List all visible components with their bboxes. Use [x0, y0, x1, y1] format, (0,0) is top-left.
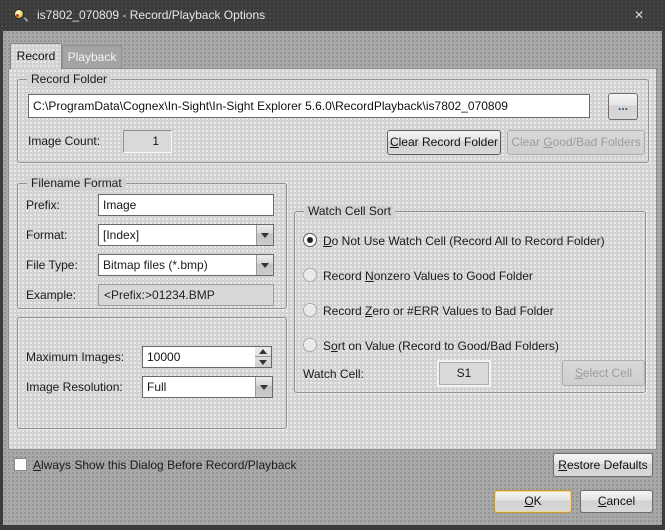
filename-format-group: Filename Format Prefix: Format: [Index] …: [17, 183, 287, 309]
file-type-dropdown-button[interactable]: [256, 255, 273, 275]
record-folder-group: Record Folder ... Image Count: 1 Clear R…: [17, 79, 649, 163]
format-dropdown-button[interactable]: [256, 225, 273, 245]
watch-cell-sort-group-label: Watch Cell Sort: [304, 204, 395, 219]
watch-cell-value: S1: [439, 362, 489, 385]
radio-dot-icon: [307, 237, 313, 243]
record-tab-page: Record Folder ... Image Count: 1 Clear R…: [8, 68, 657, 450]
chevron-down-icon: [259, 360, 267, 365]
title-bar[interactable]: is7802_070809 - Record/Playback Options …: [0, 0, 665, 31]
prefix-input[interactable]: [98, 194, 274, 216]
image-resolution-label: Image Resolution:: [26, 376, 123, 398]
clear-goodbad-folders-button[interactable]: Clear Good/Bad Folders: [507, 130, 645, 155]
restore-defaults-button[interactable]: Restore Defaults: [553, 453, 653, 477]
image-resolution-dropdown-button[interactable]: [255, 377, 272, 397]
radio-record-nonzero-good[interactable]: [303, 268, 317, 282]
file-type-value: Bitmap files (*.bmp): [103, 255, 253, 275]
maximum-images-input[interactable]: [142, 346, 256, 368]
clear-record-folder-button[interactable]: Clear Record Folder: [387, 130, 501, 155]
radio-sort-on-value-label[interactable]: Sort on Value (Record to Good/Bad Folder…: [323, 335, 559, 357]
record-folder-group-label: Record Folder: [27, 72, 111, 87]
cancel-button[interactable]: Cancel: [580, 490, 653, 513]
app-icon: [13, 8, 29, 24]
radio-sort-on-value[interactable]: [303, 338, 317, 352]
radio-record-zero-bad[interactable]: [303, 303, 317, 317]
ok-button[interactable]: OK: [494, 490, 572, 513]
close-button[interactable]: ✕: [623, 5, 655, 26]
select-cell-button[interactable]: Select Cell: [562, 360, 645, 386]
magnifier-handle-icon: [23, 16, 29, 22]
example-value: <Prefix:>01234.BMP: [98, 284, 274, 306]
format-select[interactable]: [Index]: [98, 224, 274, 246]
radio-record-nonzero-good-label[interactable]: Record Nonzero Values to Good Folder: [323, 265, 533, 287]
format-value: [Index]: [103, 225, 253, 245]
format-label: Format:: [26, 224, 67, 246]
radio-do-not-use-watch-cell-label[interactable]: Do Not Use Watch Cell (Record All to Rec…: [323, 230, 605, 252]
spinner-up-button[interactable]: [255, 347, 271, 357]
tab-record[interactable]: Record: [10, 43, 62, 69]
tab-playback-label: Playback: [68, 50, 117, 64]
file-type-select[interactable]: Bitmap files (*.bmp): [98, 254, 274, 276]
tab-record-label: Record: [17, 49, 56, 63]
file-type-label: File Type:: [26, 254, 78, 276]
chevron-down-icon: [260, 385, 268, 390]
ellipsis-icon: ...: [618, 99, 628, 113]
window-title: is7802_070809 - Record/Playback Options: [37, 0, 265, 31]
watch-cell-sort-group: Watch Cell Sort Do Not Use Watch Cell (R…: [294, 211, 646, 393]
always-show-checkbox[interactable]: [14, 458, 27, 471]
chevron-down-icon: [261, 233, 269, 238]
browse-folder-button[interactable]: ...: [608, 93, 638, 120]
spinner-down-button[interactable]: [255, 357, 271, 367]
radio-record-zero-bad-label[interactable]: Record Zero or #ERR Values to Bad Folder: [323, 300, 554, 322]
radio-do-not-use-watch-cell[interactable]: [303, 233, 317, 247]
maximum-images-label: Maximum Images:: [26, 346, 124, 368]
example-label: Example:: [26, 284, 76, 306]
red-dot-icon: [16, 14, 19, 17]
record-folder-path-input[interactable]: [28, 94, 590, 118]
maximum-images-stepper[interactable]: [255, 346, 272, 368]
chevron-down-icon: [261, 263, 269, 268]
image-count-value: 1: [123, 130, 172, 153]
image-count-label: Image Count:: [28, 130, 100, 152]
watch-cell-label: Watch Cell:: [303, 363, 364, 385]
image-limits-group: Maximum Images: Image Resolution: Full: [17, 317, 287, 429]
close-icon: ✕: [634, 8, 644, 22]
chevron-up-icon: [259, 349, 267, 354]
always-show-label[interactable]: Always Show this Dialog Before Record/Pl…: [33, 454, 296, 476]
prefix-label: Prefix:: [26, 194, 60, 216]
dialog-body: Record Playback Record Folder ... Image …: [3, 31, 662, 525]
tab-playback[interactable]: Playback: [62, 45, 122, 69]
record-playback-options-dialog: is7802_070809 - Record/Playback Options …: [0, 0, 665, 530]
filename-format-group-label: Filename Format: [27, 176, 126, 191]
image-resolution-select[interactable]: Full: [142, 376, 273, 398]
image-resolution-value: Full: [147, 377, 252, 397]
